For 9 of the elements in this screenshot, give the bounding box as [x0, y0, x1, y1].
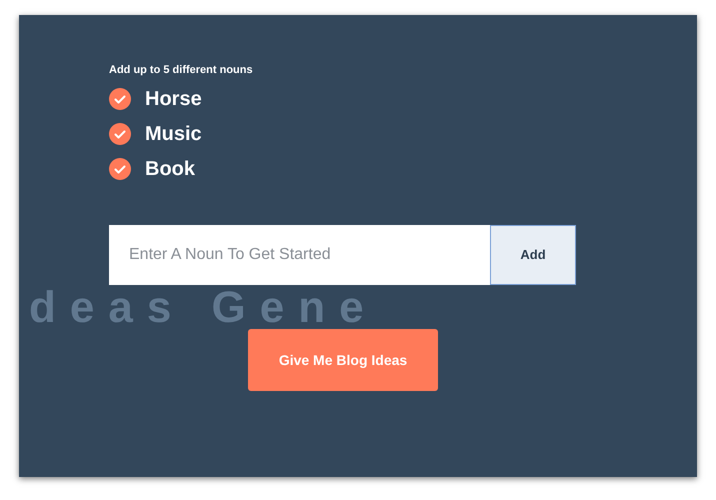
add-button[interactable]: Add: [490, 225, 576, 285]
noun-label: Book: [145, 156, 195, 182]
checked-icon[interactable]: [109, 122, 131, 144]
noun-label: Music: [145, 122, 202, 146]
checked-icon[interactable]: [109, 88, 131, 110]
noun-input-field[interactable]: Enter A Noun To Get Started: [109, 225, 490, 285]
instruction-text: Add up to 5 different nouns: [109, 63, 254, 77]
checked-icon[interactable]: [109, 158, 131, 180]
noun-label: Horse: [145, 86, 202, 112]
